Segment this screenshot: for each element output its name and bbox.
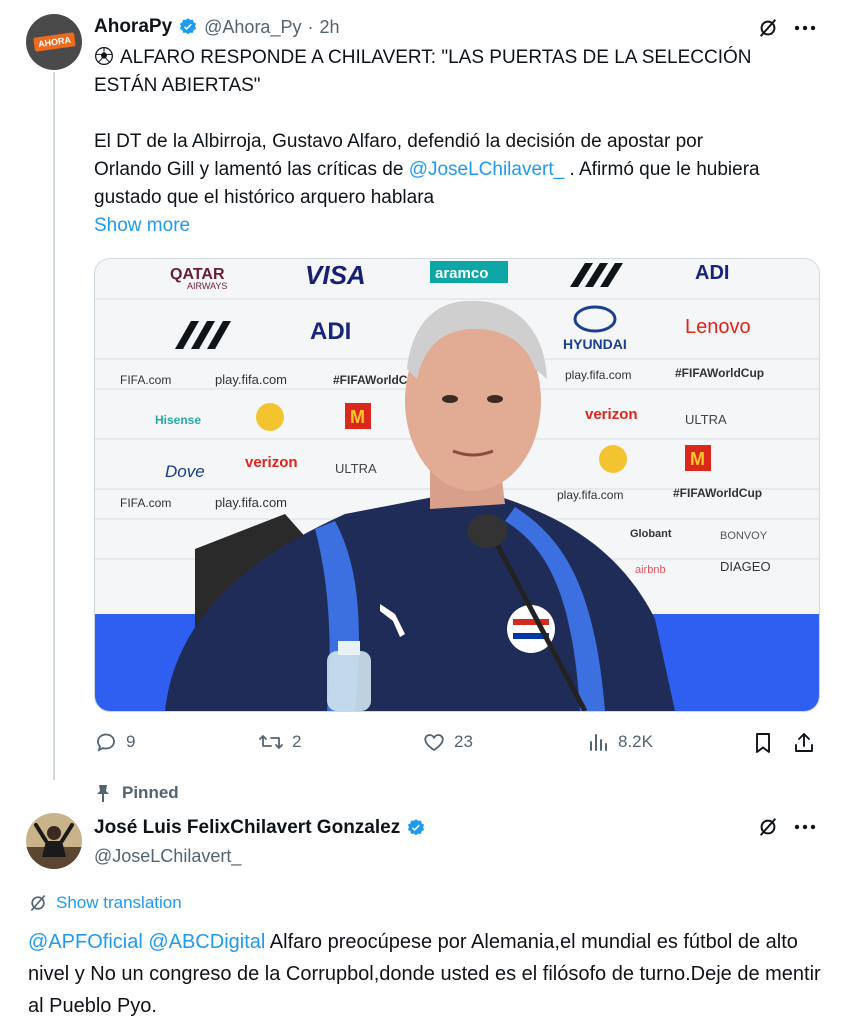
- like-count: 23: [454, 732, 473, 751]
- svg-text:M: M: [690, 449, 705, 469]
- display-name[interactable]: José Luis FelixChilavert Gonzalez: [94, 817, 400, 839]
- grok-icon[interactable]: [755, 814, 781, 840]
- pinned-label: Pinned: [122, 783, 179, 802]
- mention-abcdigital[interactable]: @ABCDigital: [148, 931, 265, 953]
- separator: ·: [307, 16, 314, 37]
- views-icon: [588, 730, 610, 754]
- handle[interactable]: @JoseLChilavert_: [94, 846, 241, 867]
- show-translation-label: Show translation: [56, 893, 182, 912]
- svg-text:ULTRA: ULTRA: [335, 461, 377, 476]
- tweet1-body: El DT de la Albirroja, Gustavo Alfaro, d…: [94, 128, 774, 212]
- verified-badge-icon: [178, 17, 198, 37]
- svg-text:HYUNDAI: HYUNDAI: [563, 336, 627, 352]
- svg-text:FIFA.com: FIFA.com: [120, 496, 171, 510]
- svg-text:verizon: verizon: [245, 454, 298, 471]
- svg-text:BONVOY: BONVOY: [720, 530, 768, 542]
- mention-link[interactable]: @JoseLChilavert_: [409, 159, 565, 180]
- repost-button[interactable]: 2: [258, 730, 301, 754]
- repost-icon: [258, 730, 284, 754]
- share-button[interactable]: [791, 730, 817, 756]
- tweet2-header: José Luis FelixChilavert Gonzalez: [94, 814, 426, 842]
- tweet1-headline-row: ALFARO RESPONDE A CHILAVERT: "LAS PUERTA…: [94, 44, 814, 100]
- svg-text:M: M: [350, 407, 365, 427]
- reply-icon: [94, 730, 118, 754]
- bookmark-button[interactable]: [750, 730, 776, 756]
- svg-text:play.fifa.com: play.fifa.com: [215, 495, 287, 510]
- tweet-media-photo[interactable]: QATAR AIRWAYS VISA aramco ADI ADI HYUNDA…: [94, 258, 820, 712]
- svg-text:aramco: aramco: [435, 265, 488, 282]
- svg-text:FIFA.com: FIFA.com: [120, 373, 171, 387]
- svg-text:ULTRA: ULTRA: [685, 412, 727, 427]
- avatar-ahorapy[interactable]: AHORA: [26, 14, 82, 70]
- verified-badge-icon: [406, 818, 426, 838]
- more-icon[interactable]: [791, 15, 819, 41]
- svg-text:#FIFAWorldCup: #FIFAWorldCup: [673, 486, 762, 500]
- reply-button[interactable]: 9: [94, 730, 135, 754]
- share-icon: [793, 731, 815, 755]
- tweet2-body: @APFOficial @ABCDigital Alfaro preocúpes…: [28, 926, 828, 1022]
- thread-line: [53, 72, 55, 780]
- svg-text:AIRWAYS: AIRWAYS: [187, 281, 227, 291]
- press-conference-photo: QATAR AIRWAYS VISA aramco ADI ADI HYUNDA…: [95, 259, 819, 711]
- timestamp[interactable]: 2h: [319, 17, 339, 38]
- mention-apfoficial[interactable]: @APFOficial: [28, 931, 143, 953]
- pin-icon: [94, 783, 112, 803]
- svg-text:play.fifa.com: play.fifa.com: [557, 488, 623, 502]
- svg-text:play.fifa.com: play.fifa.com: [215, 372, 287, 387]
- svg-text:VISA: VISA: [305, 260, 366, 290]
- tweet1-headline: ALFARO RESPONDE A CHILAVERT: "LAS PUERTA…: [94, 47, 752, 96]
- svg-text:ADI: ADI: [695, 262, 729, 284]
- tweet1-header: AhoraPy @Ahora_Py · 2h: [94, 14, 340, 40]
- svg-text:verizon: verizon: [585, 406, 638, 423]
- show-translation-button[interactable]: Show translation: [28, 893, 182, 913]
- more-icon[interactable]: [791, 814, 819, 840]
- svg-text:#FIFAWorldCup: #FIFAWorldCup: [675, 366, 764, 380]
- svg-text:airbnb: airbnb: [635, 564, 666, 576]
- pinned-indicator: Pinned: [94, 783, 179, 803]
- like-icon: [422, 730, 446, 754]
- like-button[interactable]: 23: [422, 730, 473, 754]
- tweet2-text: Alfaro preocúpese por Alemania,el mundia…: [28, 931, 821, 1017]
- svg-text:play.fifa.com: play.fifa.com: [565, 368, 631, 382]
- display-name[interactable]: AhoraPy: [94, 16, 172, 38]
- svg-text:Lenovo: Lenovo: [685, 316, 751, 338]
- views-button[interactable]: 8.2K: [588, 730, 653, 754]
- svg-text:DIAGEO: DIAGEO: [720, 559, 771, 574]
- svg-text:Globant: Globant: [630, 528, 672, 540]
- soccer-ball-icon: [94, 46, 114, 66]
- svg-text:Hisense: Hisense: [155, 413, 201, 427]
- avatar-chilavert[interactable]: [26, 813, 82, 869]
- handle[interactable]: @Ahora_Py: [204, 17, 301, 38]
- translate-icon: [28, 893, 48, 913]
- reply-count: 9: [126, 732, 136, 751]
- repost-count: 2: [292, 732, 302, 751]
- show-more-link[interactable]: Show more: [94, 212, 190, 240]
- svg-text:Dove: Dove: [165, 462, 205, 481]
- bookmark-icon: [753, 731, 773, 755]
- grok-icon[interactable]: [755, 15, 781, 41]
- views-count: 8.2K: [618, 732, 653, 751]
- avatar-logo-text: AHORA: [32, 32, 76, 52]
- svg-text:ADI: ADI: [310, 318, 351, 345]
